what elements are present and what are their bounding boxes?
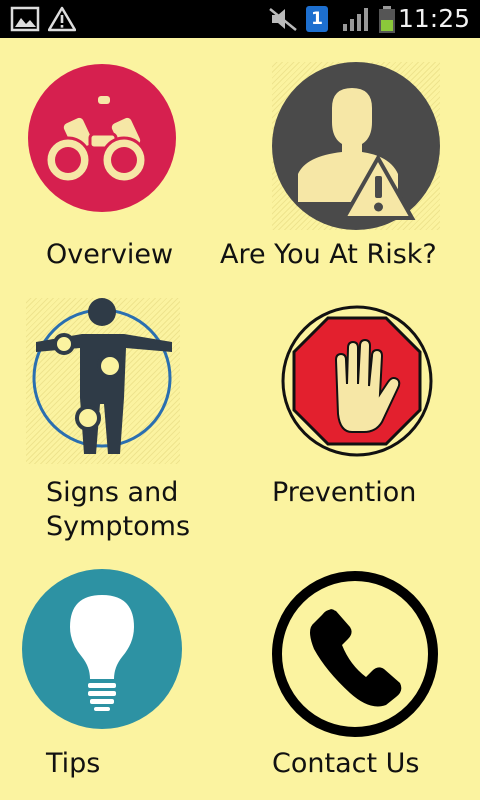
menu-item-prevention-label: Prevention — [272, 477, 417, 508]
sim-slot-number: 1 — [311, 9, 323, 29]
menu-item-prevention[interactable]: Prevention — [240, 290, 480, 560]
menu-item-contact-us[interactable]: Contact Us — [240, 565, 480, 800]
gallery-icon — [10, 6, 40, 32]
person-warning-icon — [272, 62, 440, 230]
signal-icon — [343, 8, 368, 31]
menu-item-are-you-at-risk[interactable]: Are You At Risk? — [220, 40, 480, 280]
binoculars-icon — [28, 64, 176, 212]
warning-icon — [48, 6, 76, 32]
menu-item-overview[interactable]: Overview — [0, 40, 240, 280]
stop-hand-icon — [281, 305, 433, 457]
menu-item-tips[interactable]: Tips — [0, 565, 240, 800]
body-symptoms-icon — [32, 298, 172, 454]
clock: 11:25 — [397, 4, 470, 33]
menu-item-signs-and-symptoms[interactable]: Signs and Symptoms — [0, 290, 240, 560]
menu-item-contact-us-label: Contact Us — [272, 748, 420, 779]
menu-item-are-you-at-risk-label: Are You At Risk? — [220, 239, 437, 270]
battery-icon — [379, 6, 395, 33]
phone-icon — [272, 571, 438, 737]
lightbulb-icon — [22, 569, 182, 729]
sim-icon: 1 — [306, 6, 328, 32]
menu-item-overview-label: Overview — [46, 239, 174, 270]
menu-item-signs-and-symptoms-label-line2: Symptoms — [46, 511, 191, 542]
menu-item-tips-label: Tips — [46, 748, 101, 779]
status-bar: 1 11:25 — [0, 0, 480, 38]
mute-icon — [269, 8, 297, 31]
menu-item-signs-and-symptoms-label-line1: Signs and — [46, 477, 179, 508]
